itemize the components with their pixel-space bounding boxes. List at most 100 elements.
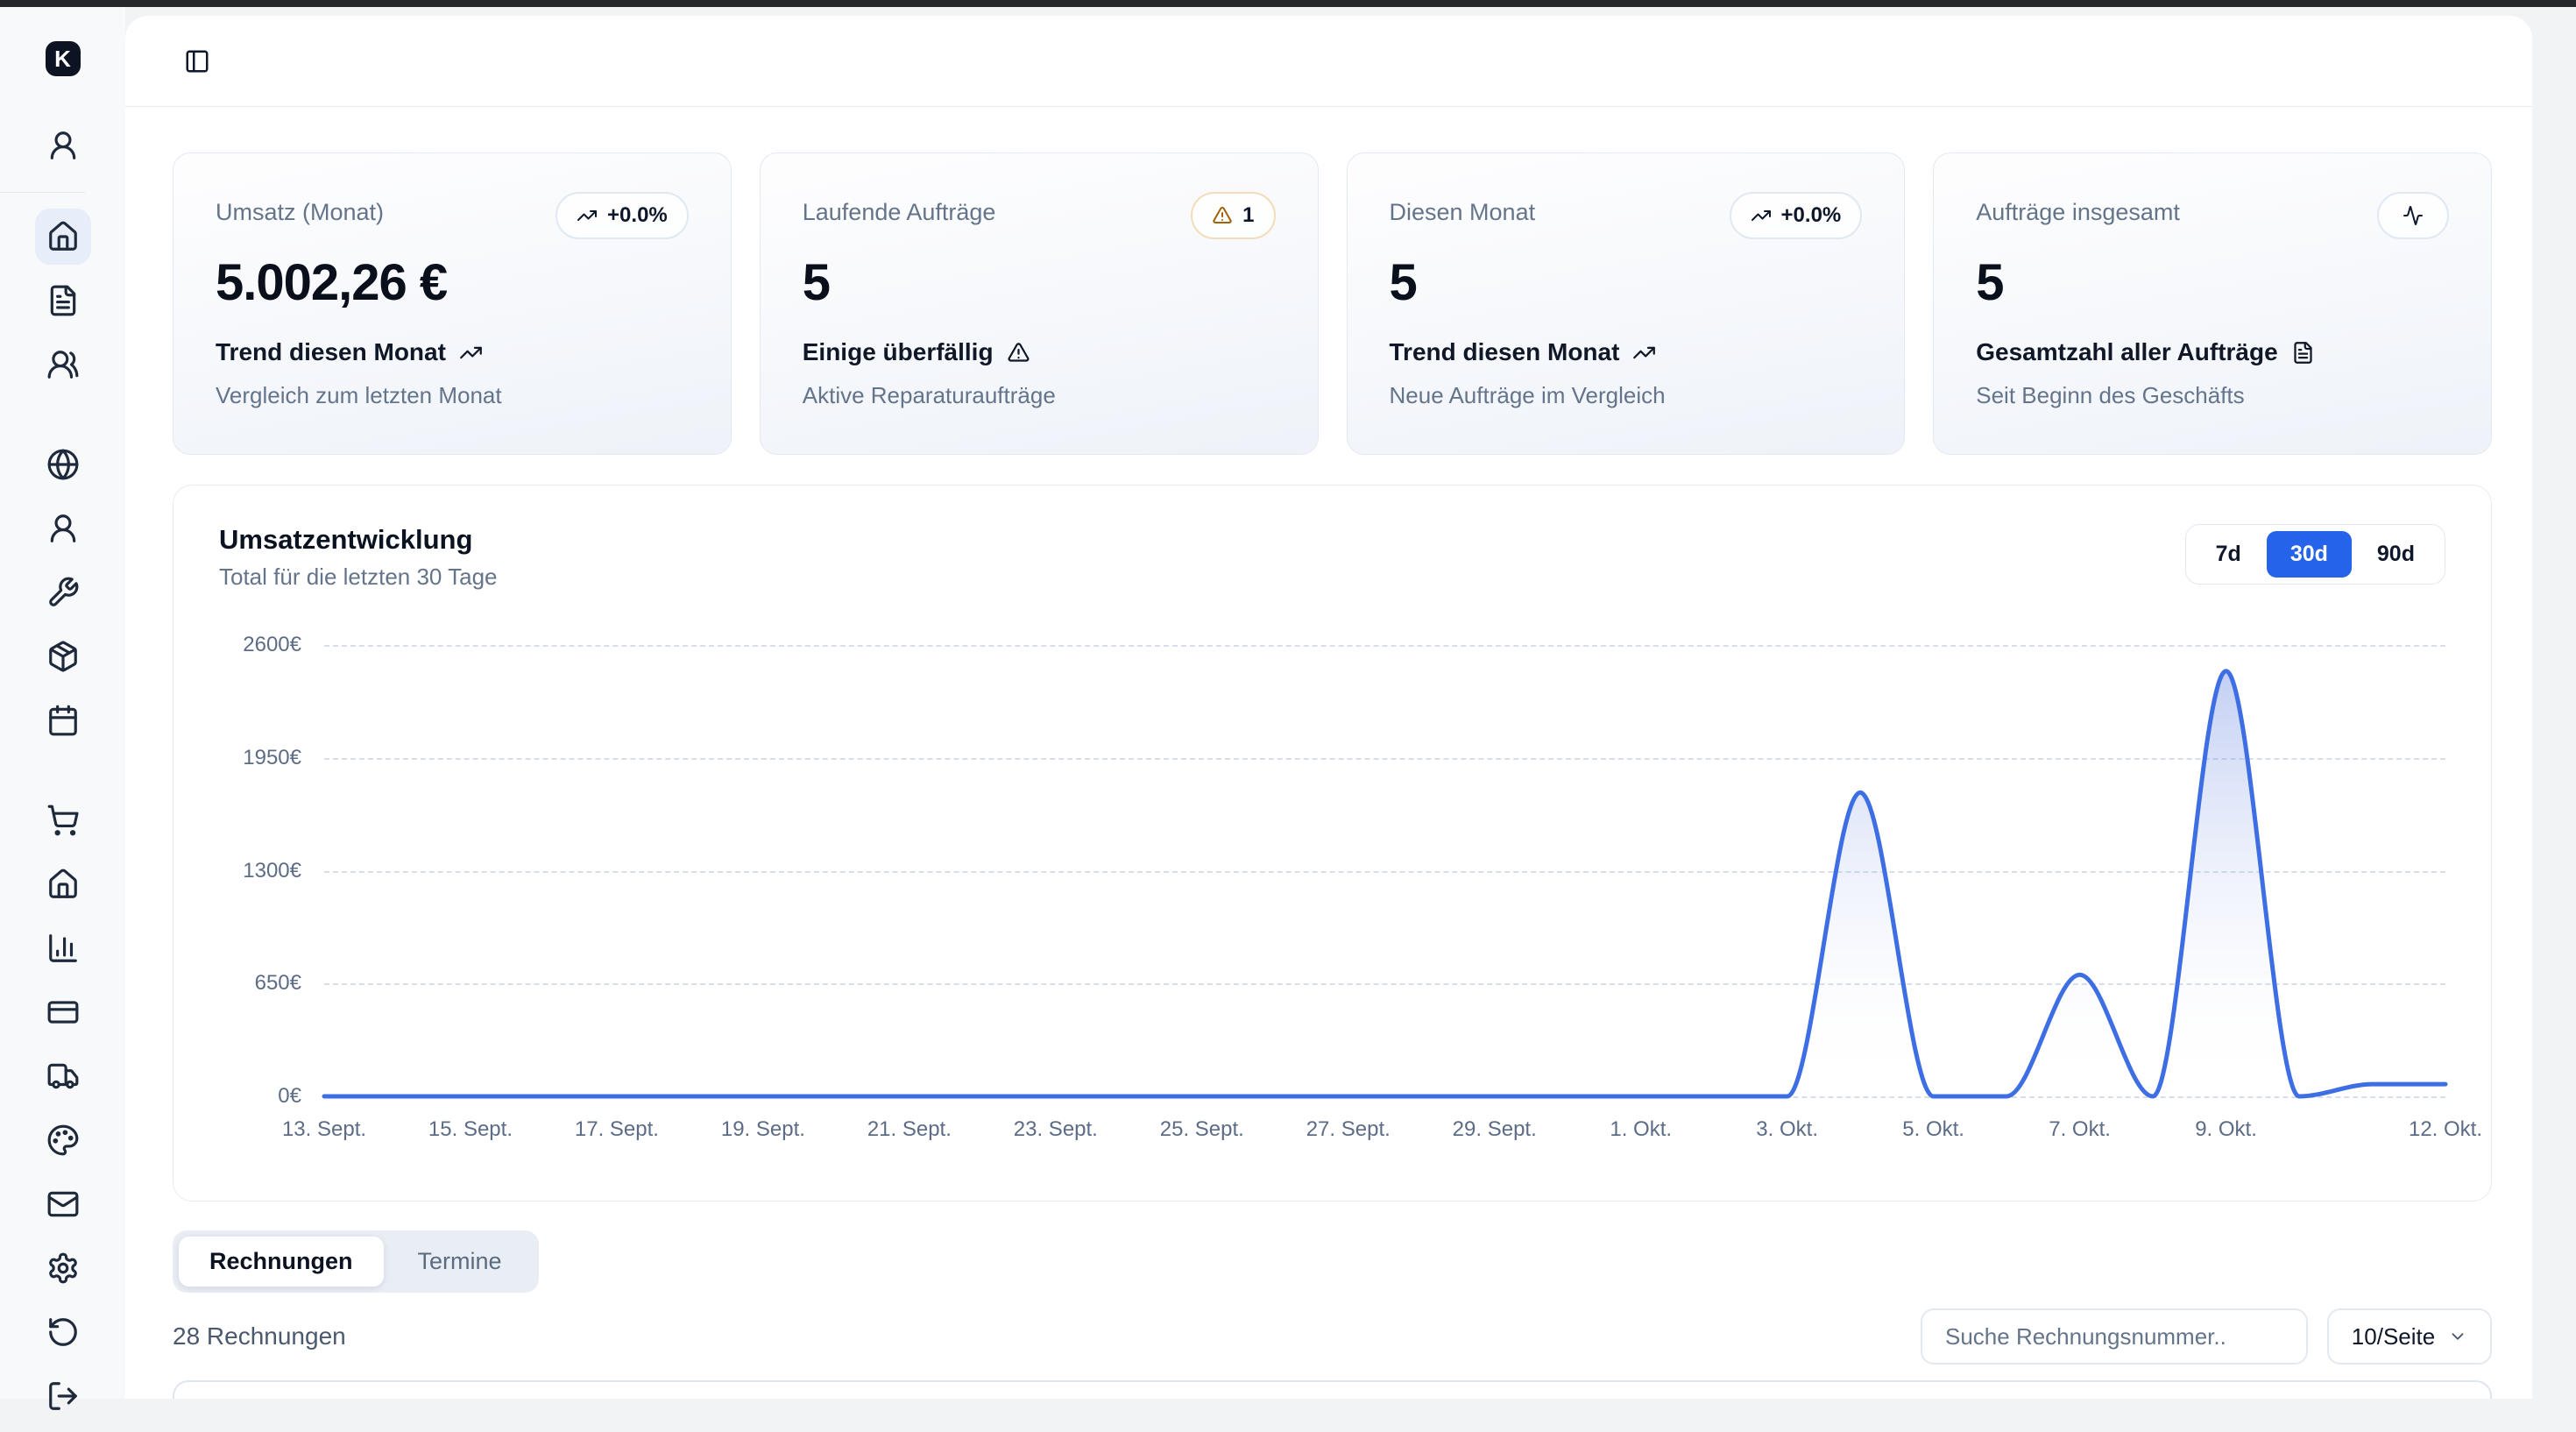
chart-title-block: Umsatzentwicklung Total für die letzten … bbox=[219, 524, 498, 591]
revenue-area-chart bbox=[324, 645, 2445, 1096]
invoice-search-input[interactable] bbox=[1921, 1308, 2308, 1365]
tab-termine[interactable]: Termine bbox=[387, 1237, 533, 1287]
sidebar-item-profile[interactable] bbox=[35, 117, 91, 174]
stat-card-trend-label: Einige überfällig bbox=[803, 338, 994, 366]
stat-card-trend: Einige überfällig bbox=[803, 338, 1276, 366]
stat-card-label: Aufträge insgesamt bbox=[1976, 192, 2180, 226]
revenue-chart-plot[interactable]: 0€650€1300€1950€2600€13. Sept.15. Sept.1… bbox=[324, 645, 2445, 1096]
sidebar-item-inventory[interactable] bbox=[35, 628, 91, 684]
file-text-icon bbox=[2291, 341, 2315, 365]
window-top-strip bbox=[0, 0, 2576, 7]
tabs-row: Rechnungen Termine bbox=[173, 1230, 2492, 1293]
tab-rechnungen[interactable]: Rechnungen bbox=[179, 1237, 384, 1287]
y-tick-label: 1300€ bbox=[243, 859, 301, 883]
stat-card-description: Seit Beginn des Geschäfts bbox=[1976, 382, 2449, 409]
x-tick-label: 25. Sept. bbox=[1160, 1117, 1244, 1142]
x-tick-label: 3. Okt. bbox=[1756, 1117, 1818, 1142]
x-tick-label: 9. Okt. bbox=[2195, 1117, 2257, 1142]
sidebar: K bbox=[0, 7, 125, 1399]
range-button-30d[interactable]: 30d bbox=[2267, 531, 2352, 578]
user-round-icon bbox=[46, 129, 80, 162]
app-logo[interactable]: K bbox=[46, 41, 81, 76]
sidebar-item-settings[interactable] bbox=[35, 1240, 91, 1296]
trending-up-icon bbox=[577, 205, 598, 226]
tabs-group: Rechnungen Termine bbox=[173, 1230, 539, 1293]
truck-icon bbox=[46, 1060, 80, 1093]
sidebar-item-account[interactable] bbox=[35, 500, 91, 556]
x-tick-label: 7. Okt. bbox=[2049, 1117, 2111, 1142]
range-button-7d[interactable]: 7d bbox=[2192, 531, 2265, 578]
page-size-select[interactable]: 10/Seite bbox=[2327, 1308, 2492, 1365]
x-tick-label: 1. Okt. bbox=[1610, 1117, 1672, 1142]
log-out-icon bbox=[46, 1379, 80, 1413]
shopping-cart-icon bbox=[46, 804, 80, 837]
x-tick-label: 29. Sept. bbox=[1453, 1117, 1537, 1142]
stat-card-laufende-auftraege: Laufende Aufträge 1 5 Einige überfällig … bbox=[760, 152, 1319, 455]
chevron-down-icon bbox=[2448, 1327, 2467, 1346]
trending-up-icon bbox=[459, 341, 483, 365]
chart-subtitle: Total für die letzten 30 Tage bbox=[219, 564, 498, 591]
sidebar-item-documents[interactable] bbox=[35, 273, 91, 329]
stat-card-top: Diesen Monat +0.0% bbox=[1390, 192, 1863, 239]
globe-icon bbox=[46, 448, 80, 481]
chart-column-icon bbox=[46, 932, 80, 965]
sidebar-item-sync[interactable] bbox=[35, 1304, 91, 1360]
sidebar-item-repairs[interactable] bbox=[35, 564, 91, 620]
activity-badge bbox=[2377, 192, 2449, 239]
page-header bbox=[125, 16, 2532, 107]
x-tick-label: 13. Sept. bbox=[282, 1117, 366, 1142]
warning-badge-text: 1 bbox=[1242, 203, 1254, 228]
sidebar-item-customers[interactable] bbox=[35, 337, 91, 393]
x-tick-label: 21. Sept. bbox=[867, 1117, 952, 1142]
stat-card-description: Aktive Reparaturaufträge bbox=[803, 382, 1276, 409]
y-tick-label: 0€ bbox=[278, 1084, 301, 1109]
stat-card-value: 5.002,26 € bbox=[216, 253, 689, 312]
stat-card-umsatz: Umsatz (Monat) +0.0% 5.002,26 € Trend di… bbox=[173, 152, 732, 455]
sidebar-toggle-button[interactable] bbox=[184, 48, 210, 74]
user-round-icon bbox=[46, 512, 80, 545]
x-tick-label: 27. Sept. bbox=[1306, 1117, 1391, 1142]
sidebar-item-reports[interactable] bbox=[35, 920, 91, 976]
sidebar-item-shipping[interactable] bbox=[35, 1048, 91, 1104]
calendar-icon bbox=[46, 704, 80, 737]
stat-card-top: Umsatz (Monat) +0.0% bbox=[216, 192, 689, 239]
sidebar-top-nav bbox=[35, 117, 91, 181]
panel-left-icon bbox=[184, 48, 210, 74]
stat-card-trend-label: Trend diesen Monat bbox=[1390, 338, 1620, 366]
stat-card-diesen-monat: Diesen Monat +0.0% 5 Trend diesen Monat … bbox=[1347, 152, 1906, 455]
sidebar-item-logout[interactable] bbox=[35, 1368, 91, 1424]
trend-badge: +0.0% bbox=[1730, 192, 1863, 239]
stat-card-top: Aufträge insgesamt bbox=[1976, 192, 2449, 239]
y-tick-label: 1950€ bbox=[243, 746, 301, 770]
sidebar-item-home-alt[interactable] bbox=[35, 856, 91, 912]
sidebar-item-appearance[interactable] bbox=[35, 1112, 91, 1168]
stat-card-trend: Trend diesen Monat bbox=[1390, 338, 1863, 366]
stat-card-top: Laufende Aufträge 1 bbox=[803, 192, 1276, 239]
users-round-icon bbox=[46, 348, 80, 381]
palette-icon bbox=[46, 1124, 80, 1157]
invoice-count: 28 Rechnungen bbox=[173, 1322, 346, 1350]
invoice-table-card bbox=[173, 1380, 2492, 1399]
stat-card-label: Umsatz (Monat) bbox=[216, 192, 384, 226]
wrench-icon bbox=[46, 576, 80, 609]
y-tick-label: 650€ bbox=[255, 971, 301, 996]
file-text-icon bbox=[46, 284, 80, 317]
house-icon bbox=[46, 220, 80, 253]
sidebar-item-dashboard[interactable] bbox=[35, 209, 91, 265]
sidebar-item-mail[interactable] bbox=[35, 1176, 91, 1232]
sidebar-item-website[interactable] bbox=[35, 436, 91, 493]
stat-card-trend-label: Gesamtzahl aller Aufträge bbox=[1976, 338, 2277, 366]
chart-header: Umsatzentwicklung Total für die letzten … bbox=[219, 524, 2445, 591]
invoice-list-controls: 10/Seite bbox=[1921, 1308, 2492, 1365]
main-panel: Umsatz (Monat) +0.0% 5.002,26 € Trend di… bbox=[125, 16, 2532, 1399]
stat-card-value: 5 bbox=[803, 253, 1276, 312]
sidebar-item-shop[interactable] bbox=[35, 792, 91, 848]
sidebar-item-payments[interactable] bbox=[35, 984, 91, 1040]
revenue-chart-card: Umsatzentwicklung Total für die letzten … bbox=[173, 485, 2492, 1202]
sidebar-divider bbox=[0, 192, 85, 193]
sidebar-item-calendar[interactable] bbox=[35, 692, 91, 748]
x-tick-label: 23. Sept. bbox=[1014, 1117, 1098, 1142]
trend-badge-text: +0.0% bbox=[607, 203, 668, 228]
range-button-90d[interactable]: 90d bbox=[2353, 531, 2438, 578]
chart-range-group: 7d 30d 90d bbox=[2185, 524, 2445, 585]
